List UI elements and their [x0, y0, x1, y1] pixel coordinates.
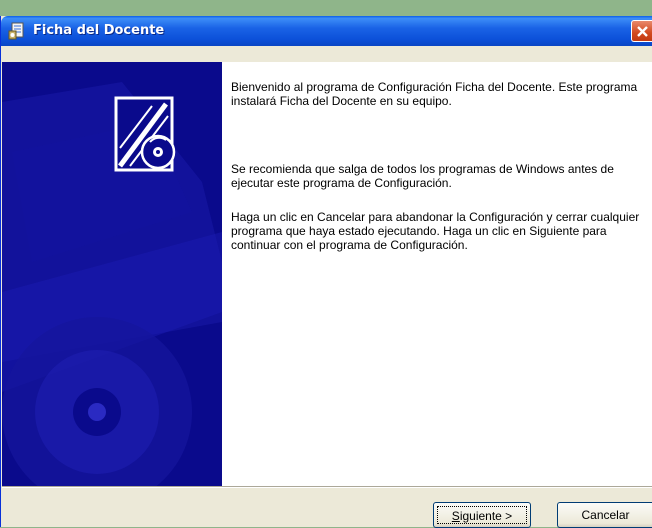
close-button[interactable] — [631, 20, 652, 42]
cd-disc-artwork — [2, 82, 222, 486]
next-button-focus-ring: Siguiente > — [437, 506, 527, 524]
next-button[interactable]: Siguiente > — [433, 502, 531, 528]
next-button-mnemonic: S — [451, 509, 460, 523]
setup-dialog-window: Ficha del Docente Bienvenido al programa… — [0, 16, 652, 528]
welcome-paragraph: Bienvenido al programa de Configuración … — [231, 80, 638, 108]
cancel-button-label: Cancelar — [581, 508, 630, 522]
recommendation-paragraph: Se recomienda que salga de todos los pro… — [231, 162, 614, 190]
cancel-button[interactable]: Cancelar — [557, 502, 652, 528]
title-bar[interactable]: Ficha del Docente — [1, 16, 652, 46]
footer-divider-highlight — [2, 487, 652, 488]
instructions-paragraph: Haga un clic en Cancelar para abandonar … — [231, 210, 640, 252]
install-cd-logo-icon — [114, 96, 182, 172]
window-title: Ficha del Docente — [33, 23, 165, 38]
welcome-content-area: Bienvenido al programa de Configuración … — [222, 62, 652, 486]
setup-installer-icon — [8, 22, 26, 40]
side-banner-panel — [2, 62, 222, 486]
next-button-label: iguiente > — [459, 509, 513, 523]
